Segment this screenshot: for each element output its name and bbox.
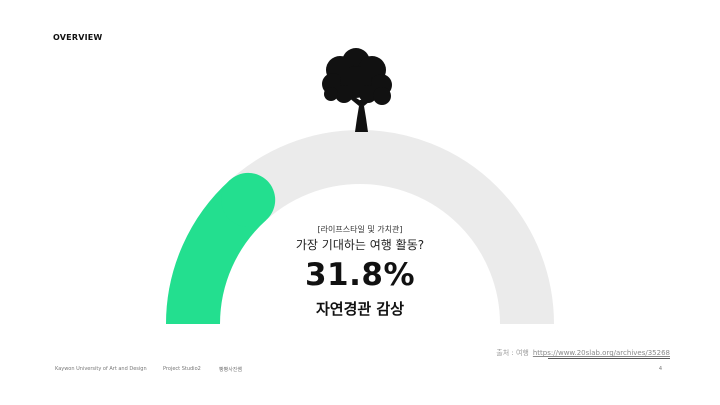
footer-team: 빵빵사진쌤 bbox=[219, 367, 243, 373]
source-link[interactable]: https://www.20slab.org/archives/35268 bbox=[533, 349, 670, 357]
gauge-chart bbox=[166, 48, 554, 325]
tree-icon bbox=[322, 48, 392, 132]
stat-question: 가장 기대하는 여행 활동? bbox=[295, 238, 425, 252]
source-divider bbox=[548, 358, 670, 359]
source-citation: 출처 : 여행 https://www.20slab.org/archives/3… bbox=[496, 348, 670, 358]
footer-project: Project Studio2 bbox=[163, 366, 201, 372]
stat-answer: 자연경관 감상 bbox=[315, 300, 405, 318]
page-number: 4 bbox=[658, 366, 662, 372]
source-label: 출처 : 여행 bbox=[496, 349, 529, 357]
stat-percentage: 31.8% bbox=[304, 257, 416, 293]
footer-university: Kaywon University of Art and Design bbox=[55, 366, 147, 372]
stat-category: [라이프스타일 및 가치관] bbox=[317, 225, 403, 234]
gauge-fill-cap bbox=[221, 172, 276, 227]
